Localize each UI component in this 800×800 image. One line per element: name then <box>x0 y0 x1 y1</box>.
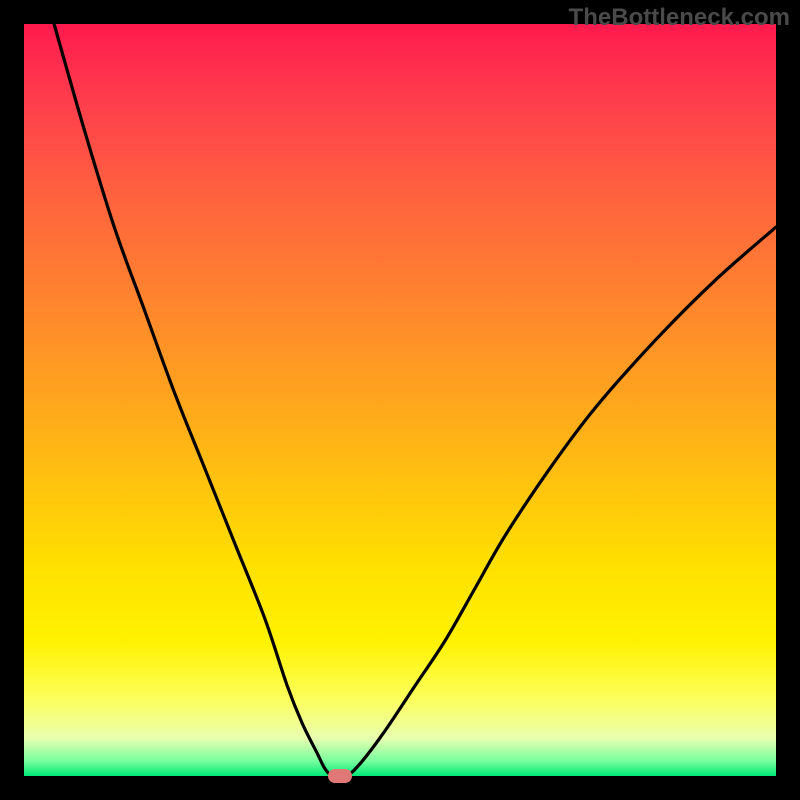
curve-layer <box>24 24 776 776</box>
watermark-text: TheBottleneck.com <box>569 4 790 32</box>
bottleneck-curve <box>54 24 776 777</box>
chart-frame: TheBottleneck.com <box>0 0 800 800</box>
plot-area <box>24 24 776 776</box>
minimum-marker <box>328 769 352 783</box>
